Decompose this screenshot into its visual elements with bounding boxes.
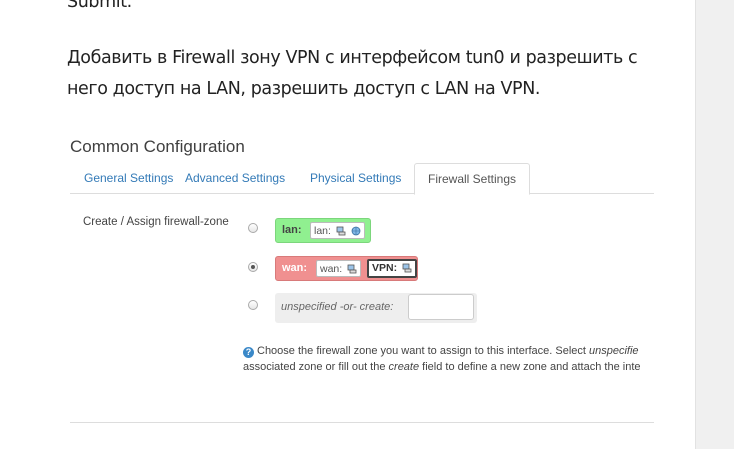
interface-wan-label: wan:: [320, 263, 343, 275]
zone-wan-interface-wan: wan:: [316, 260, 362, 277]
radio-zone-wan[interactable]: [248, 262, 258, 272]
help-text-2a: associated zone or fill out the: [243, 361, 389, 373]
tab-advanced-settings[interactable]: Advanced Settings: [185, 163, 285, 193]
zone-lan-interface: lan:: [310, 222, 365, 239]
firewall-zone-label: Create / Assign firewall-zone: [83, 216, 229, 228]
interface-vpn-label: VPN:: [372, 262, 398, 274]
section-title: Common Configuration: [70, 137, 245, 156]
network-icon: [336, 226, 346, 236]
page-right-sidebar: [695, 0, 734, 449]
radio-zone-lan[interactable]: [248, 223, 258, 233]
help-text-2b: field to define a new zone and attach th…: [419, 361, 641, 373]
network-icon: [402, 263, 412, 273]
create-zone-input[interactable]: [408, 294, 474, 320]
radio-zone-create[interactable]: [248, 300, 258, 310]
unspecified-create-label: unspecified -or- create:: [281, 301, 394, 313]
tabs-divider: [70, 193, 654, 194]
help-text-1-em: unspecifie: [589, 345, 639, 357]
globe-icon: [351, 226, 361, 236]
luci-screenshot: Common Configuration General Settings Ad…: [70, 125, 654, 449]
article-text-line-2: него доступ на LAN, разрешить доступ с L…: [67, 79, 541, 99]
zone-lan-name: lan:: [282, 224, 302, 236]
tab-general-settings[interactable]: General Settings: [84, 163, 173, 193]
zone-wan: wan: wan: VPN:: [275, 256, 418, 281]
article-text-line-1: Добавить в Firewall зону VPN с интерфейс…: [67, 48, 638, 68]
zone-wan-name: wan:: [282, 262, 308, 274]
network-icon: [347, 264, 357, 274]
tab-physical-settings[interactable]: Physical Settings: [310, 163, 401, 193]
section-divider: [70, 422, 654, 423]
help-text-2-em: create: [388, 361, 420, 373]
help-line-1: ? Choose the firewall zone you want to as…: [243, 345, 639, 358]
tab-firewall-settings[interactable]: Firewall Settings: [414, 163, 531, 195]
article-text-submit: Submit.: [67, 0, 132, 12]
help-line-2: associated zone or fill out the create f…: [243, 361, 641, 373]
help-text-1a: Choose the firewall zone you want to ass…: [257, 345, 590, 357]
zone-lan: lan: lan:: [275, 218, 371, 243]
interface-lan-label: lan:: [314, 225, 331, 237]
zone-unspecified: unspecified -or- create:: [275, 293, 477, 323]
zone-wan-interface-vpn: VPN:: [367, 259, 418, 278]
help-icon: ?: [243, 347, 254, 358]
